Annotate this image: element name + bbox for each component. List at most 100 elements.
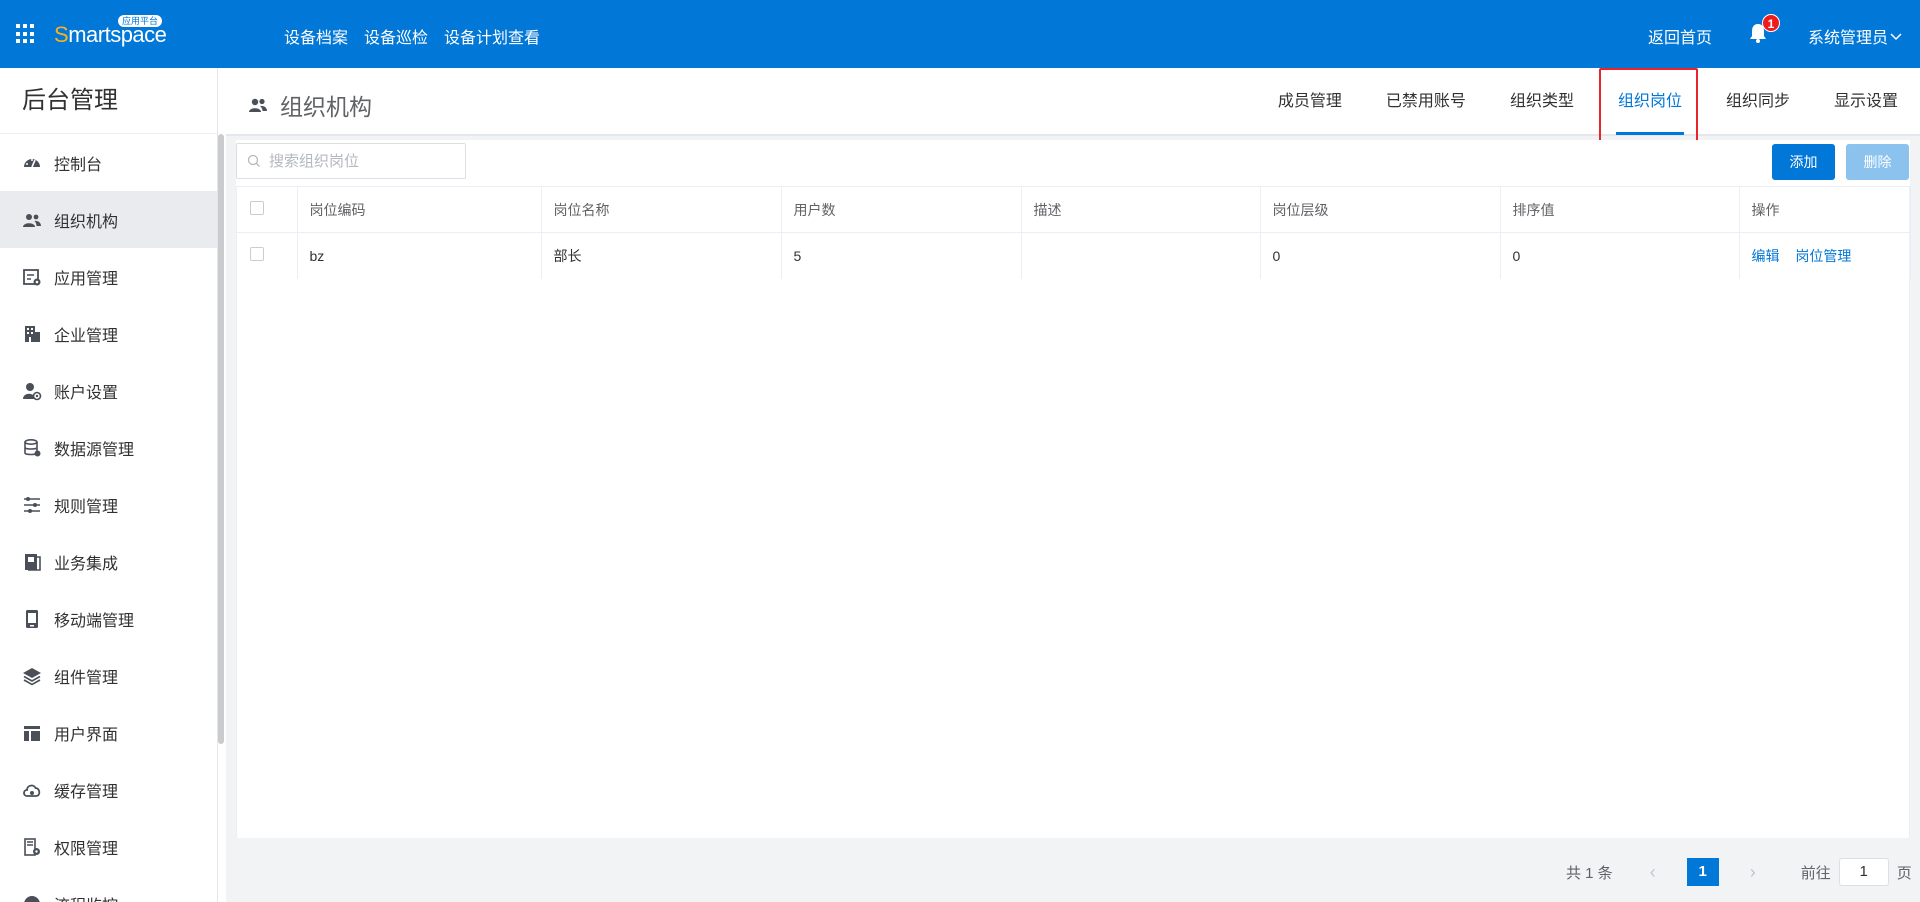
cell-actions: 编辑 岗位管理 xyxy=(1739,232,1911,279)
delete-button[interactable]: 删除 xyxy=(1846,144,1909,180)
sidebar-item-building[interactable]: 企业管理 xyxy=(0,305,217,362)
column-header-code[interactable]: 岗位编码 xyxy=(297,186,542,233)
layout-icon xyxy=(22,723,42,743)
app-settings-icon xyxy=(22,267,42,287)
sidebar-item-label: 应用管理 xyxy=(54,270,119,288)
panel-left-border xyxy=(236,186,237,838)
row-select-cell xyxy=(236,232,298,279)
page-title-text: 组织机构 xyxy=(280,94,372,120)
content-header: 组织机构 成员管理 已禁用账号 组织类型 组织岗位 组织同步 显示设置 xyxy=(226,68,1920,136)
top-nav: 设备档案 设备巡检 设备计划查看 xyxy=(284,24,540,48)
column-header-name[interactable]: 岗位名称 xyxy=(541,186,782,233)
monitor-icon xyxy=(22,894,42,902)
cloud-icon xyxy=(22,780,42,800)
column-header-description[interactable]: 描述 xyxy=(1021,186,1261,233)
cell-code: bz xyxy=(297,232,542,279)
book-icon xyxy=(22,552,42,572)
table-header-row: 岗位编码 岗位名称 用户数 描述 岗位层级 排序值 操作 xyxy=(236,186,1911,233)
sidebar-item-layout[interactable]: 用户界面 xyxy=(0,704,217,761)
permission-icon xyxy=(22,837,42,857)
sidebar-item-rules[interactable]: 规则管理 xyxy=(0,476,217,533)
cell-name: 部长 xyxy=(541,232,782,279)
sidebar-item-label: 流程监控 xyxy=(54,892,118,902)
app-grid-icon[interactable] xyxy=(16,24,36,44)
home-link[interactable]: 返回首页 xyxy=(1648,24,1712,48)
sidebar-menu: 控制台组织机构应用管理企业管理账户设置数据源管理规则管理业务集成移动端管理组件管… xyxy=(0,134,217,902)
user-settings-icon xyxy=(22,381,42,401)
cell-level: 0 xyxy=(1260,232,1501,279)
tab-org-sync[interactable]: 组织同步 xyxy=(1704,68,1812,136)
column-header-actions: 操作 xyxy=(1739,186,1911,233)
add-button[interactable]: 添加 xyxy=(1772,144,1835,180)
sidebar-item-people[interactable]: 组织机构 xyxy=(0,191,217,248)
sidebar: 后台管理 控制台组织机构应用管理企业管理账户设置数据源管理规则管理业务集成移动端… xyxy=(0,68,218,902)
top-nav-item-equipment-plan[interactable]: 设备计划查看 xyxy=(444,24,540,48)
page-suffix: 页 xyxy=(1896,864,1912,882)
sidebar-item-label: 用户界面 xyxy=(54,726,119,744)
sidebar-item-app-settings[interactable]: 应用管理 xyxy=(0,248,217,305)
edit-link[interactable]: 编辑 xyxy=(1752,248,1780,264)
cell-users: 5 xyxy=(781,232,1022,279)
top-nav-item-equipment-archive[interactable]: 设备档案 xyxy=(284,24,348,48)
sidebar-item-label: 控制台 xyxy=(54,156,103,174)
rules-icon xyxy=(22,495,42,515)
people-icon xyxy=(249,98,267,112)
sidebar-item-label: 数据源管理 xyxy=(54,441,135,459)
search-input[interactable] xyxy=(269,152,459,170)
sidebar-item-label: 业务集成 xyxy=(54,555,119,573)
row-checkbox[interactable] xyxy=(250,247,264,262)
sidebar-item-mobile[interactable]: 移动端管理 xyxy=(0,590,217,647)
next-page-icon[interactable]: › xyxy=(1739,862,1767,883)
goto-page-input[interactable]: 1 xyxy=(1838,858,1889,886)
table-row: bz 部长 5 0 0 编辑 岗位管理 xyxy=(236,232,1911,279)
search-box[interactable] xyxy=(236,143,466,179)
sidebar-item-cloud[interactable]: 缓存管理 xyxy=(0,761,217,818)
sidebar-item-database[interactable]: 数据源管理 xyxy=(0,419,217,476)
column-header-users[interactable]: 用户数 xyxy=(781,186,1022,233)
chevron-down-icon xyxy=(1890,33,1902,41)
logo-badge: 应用平台 xyxy=(118,15,163,27)
column-header-order[interactable]: 排序值 xyxy=(1500,186,1740,233)
cell-description xyxy=(1021,232,1261,279)
total-count: 共 1 条 xyxy=(1566,864,1613,882)
sidebar-item-label: 账户设置 xyxy=(54,384,119,402)
top-nav-item-equipment-inspection[interactable]: 设备巡检 xyxy=(364,24,428,48)
sidebar-item-book[interactable]: 业务集成 xyxy=(0,533,217,590)
sidebar-item-monitor[interactable]: 流程监控 xyxy=(0,875,217,902)
sidebar-item-label: 规则管理 xyxy=(54,498,119,516)
building-icon xyxy=(22,324,42,344)
sidebar-item-permission[interactable]: 权限管理 xyxy=(0,818,217,875)
tab-disabled-accounts[interactable]: 已禁用账号 xyxy=(1364,68,1488,136)
tab-bar: 成员管理 已禁用账号 组织类型 组织岗位 组织同步 显示设置 xyxy=(1256,68,1920,136)
sidebar-title: 后台管理 xyxy=(0,68,217,134)
select-all-checkbox[interactable] xyxy=(250,201,264,215)
position-manage-link[interactable]: 岗位管理 xyxy=(1795,248,1851,264)
mobile-icon xyxy=(22,609,42,629)
page-title: 组织机构 xyxy=(248,88,372,122)
page-number-current[interactable]: 1 xyxy=(1686,858,1719,886)
goto-label: 前往 xyxy=(1800,864,1831,882)
user-name: 系统管理员 xyxy=(1808,30,1889,47)
notification-badge: 1 xyxy=(1762,14,1780,32)
column-header-level[interactable]: 岗位层级 xyxy=(1260,186,1501,233)
tab-member-management[interactable]: 成员管理 xyxy=(1256,68,1364,136)
search-icon xyxy=(247,154,260,167)
user-menu[interactable]: 系统管理员 xyxy=(1808,24,1902,48)
database-icon xyxy=(22,438,42,458)
sidebar-scrollbar[interactable] xyxy=(218,134,224,744)
select-all-cell xyxy=(236,186,298,233)
tab-org-types[interactable]: 组织类型 xyxy=(1488,68,1596,136)
layers-icon xyxy=(22,666,42,686)
tab-org-positions[interactable]: 组织岗位 xyxy=(1596,68,1704,136)
sidebar-item-label: 组件管理 xyxy=(54,669,119,687)
tab-display-settings[interactable]: 显示设置 xyxy=(1812,68,1920,136)
sidebar-item-label: 组织机构 xyxy=(54,213,119,231)
people-icon xyxy=(22,210,42,230)
sidebar-item-label: 企业管理 xyxy=(54,327,119,345)
sidebar-item-layers[interactable]: 组件管理 xyxy=(0,647,217,704)
sidebar-item-user-settings[interactable]: 账户设置 xyxy=(0,362,217,419)
prev-page-icon[interactable]: ‹ xyxy=(1639,862,1667,883)
sidebar-item-dashboard[interactable]: 控制台 xyxy=(0,134,217,191)
sidebar-item-label: 权限管理 xyxy=(54,840,119,858)
sidebar-item-label: 缓存管理 xyxy=(54,783,119,801)
